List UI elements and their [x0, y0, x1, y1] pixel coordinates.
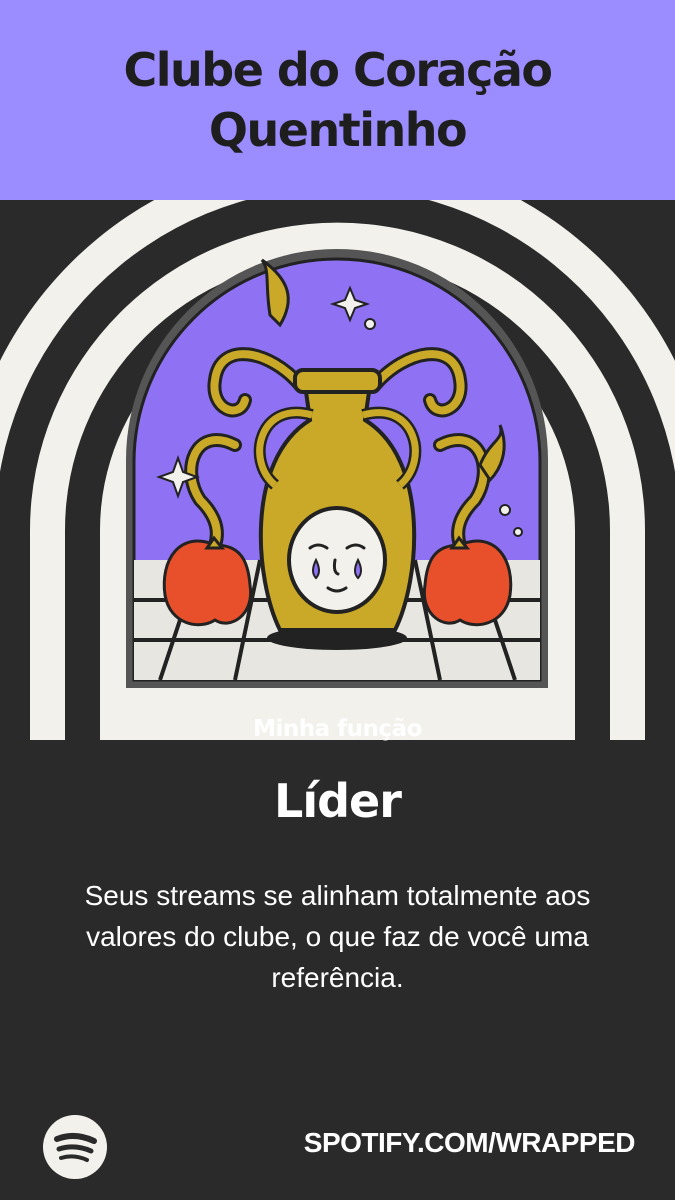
role-description-line-3: referência. — [271, 962, 404, 993]
wrapped-url-link[interactable]: SPOTIFY.COM/WRAPPED — [304, 1127, 636, 1159]
spotify-logo-icon[interactable] — [42, 1114, 108, 1180]
club-title-line-1: Clube do Coração — [123, 43, 553, 97]
club-title-banner: Clube do Coração Quentinho — [0, 0, 675, 200]
role-value: Líder — [274, 774, 402, 828]
vase-pin-icon — [126, 249, 548, 688]
role-description-line-1: Seus streams se alinham totalmente aos — [84, 880, 591, 911]
arch-artwork — [0, 200, 675, 740]
pin-badge-illustration — [0, 200, 675, 740]
role-heading: Minha função — [253, 716, 422, 742]
role-description: Seus streams se alinham totalmente aos v… — [50, 875, 625, 998]
club-title-line-2: Quentinho — [208, 103, 468, 157]
role-description-line-2: valores do clube, o que faz de você uma — [86, 921, 589, 952]
